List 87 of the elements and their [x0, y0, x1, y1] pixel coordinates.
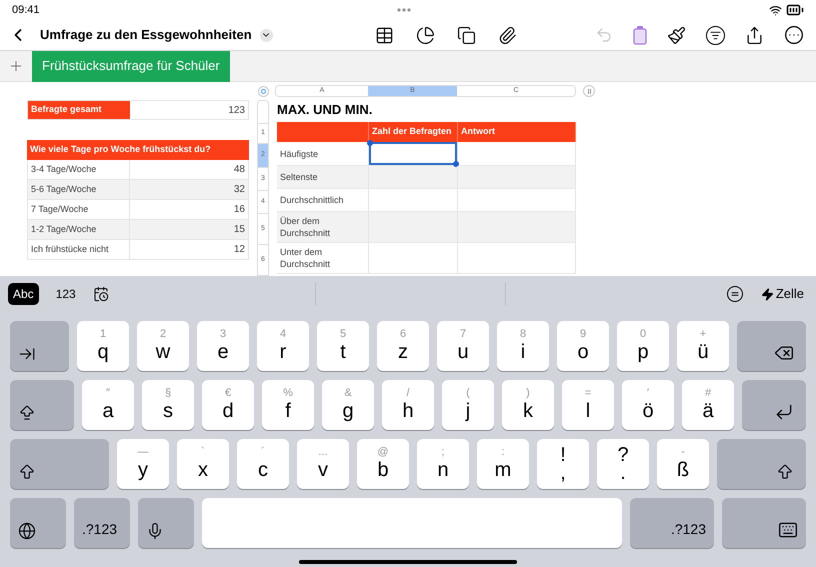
key[interactable]: € d: [202, 380, 254, 430]
numbers-key[interactable]: .?123: [630, 498, 714, 548]
table-cell: 7 Tage/Woche: [28, 200, 130, 219]
hide-keyboard-key[interactable]: [722, 498, 806, 548]
delete-key[interactable]: [737, 321, 806, 371]
key[interactable]: : m: [477, 439, 529, 489]
share-icon[interactable]: [745, 26, 764, 44]
table-cell-text: 16: [232, 203, 246, 217]
key[interactable]: 4 r: [257, 321, 309, 371]
key[interactable]: ; n: [417, 439, 469, 489]
key[interactable]: + ü: [677, 321, 729, 371]
key[interactable]: 0 p: [617, 321, 669, 371]
status-time: 09:41: [12, 2, 40, 18]
key[interactable]: ( j: [442, 380, 494, 430]
key[interactable]: 9 o: [557, 321, 609, 371]
key[interactable]: @ b: [357, 439, 409, 489]
add-sheet-icon[interactable]: [8, 58, 24, 74]
key[interactable]: 7 u: [437, 321, 489, 371]
wifi-icon: [769, 4, 782, 16]
keyboard-mode-tab[interactable]: 123: [50, 283, 81, 305]
table-cell: Ich frühstücke nicht: [28, 240, 130, 259]
more-icon[interactable]: [784, 25, 804, 45]
key[interactable]: ) k: [502, 380, 554, 430]
microphone-icon: [146, 522, 164, 540]
cell-format-icon[interactable]: [633, 25, 647, 45]
table-cell: 1-2 Tage/Woche: [28, 220, 130, 239]
table-cell: Unter dem Durchschnitt: [277, 243, 369, 273]
table-header-cell: Wie viele Tage pro Woche frühstückst du?: [27, 140, 249, 160]
caps-lock-icon: [18, 404, 36, 422]
table-cell-text: 48: [232, 163, 246, 177]
table-icon[interactable]: [374, 26, 394, 44]
date-time-icon[interactable]: [92, 286, 109, 302]
key[interactable]: 1 q: [77, 321, 129, 371]
table-cell: Seltenste: [277, 166, 369, 188]
key[interactable]: 5 t: [317, 321, 369, 371]
key[interactable]: - ß: [657, 439, 709, 489]
key[interactable]: § s: [142, 380, 194, 430]
key[interactable]: # ä: [682, 380, 734, 430]
table-header-cell: Befragte gesamt: [28, 101, 130, 119]
table-select-handle[interactable]: [258, 86, 269, 96]
lightning-icon: [760, 288, 774, 300]
keyboard-mode-tab[interactable]: Abc: [8, 283, 39, 305]
key[interactable]: ... v: [297, 439, 349, 489]
key[interactable]: ! ,: [537, 439, 589, 489]
chart-icon[interactable]: [416, 26, 435, 44]
globe-key[interactable]: [10, 498, 66, 548]
keyboard-icon: [778, 520, 798, 540]
filter-icon[interactable]: [706, 26, 725, 44]
key[interactable]: ? .: [597, 439, 649, 489]
key[interactable]: ´ c: [237, 439, 289, 489]
shapes-icon[interactable]: [456, 26, 476, 44]
table-cell: 3-4 Tage/Woche: [28, 160, 130, 179]
key[interactable]: — y: [117, 439, 169, 489]
dictation-key[interactable]: [138, 498, 194, 548]
multitasking-dots-icon: [397, 8, 412, 12]
document-title[interactable]: Umfrage zu den Essgewohnheiten: [40, 25, 252, 45]
table-cell-text: 32: [232, 183, 246, 197]
table-cell-text: 12: [232, 243, 246, 257]
table-cell: 5-6 Tage/Woche: [28, 180, 130, 199]
key[interactable]: 3 e: [197, 321, 249, 371]
key[interactable]: & g: [322, 380, 374, 430]
key[interactable]: % f: [262, 380, 314, 430]
paperclip-icon[interactable]: [498, 26, 517, 44]
table-cell: Durchschnittlich: [277, 189, 369, 211]
shift-icon: [18, 463, 36, 481]
key[interactable]: ″ a: [82, 380, 134, 430]
title-menu-icon[interactable]: [260, 28, 273, 42]
key[interactable]: 2 w: [137, 321, 189, 371]
table-cell-text: 15: [232, 223, 246, 237]
key[interactable]: 8 i: [497, 321, 549, 371]
formula-icon[interactable]: [726, 286, 743, 302]
return-icon: [774, 402, 794, 422]
key[interactable]: = l: [562, 380, 614, 430]
table-cell: Über dem Durchschnitt: [277, 212, 369, 242]
table-cell-text: 123: [227, 104, 246, 118]
key[interactable]: / h: [382, 380, 434, 430]
column-resize-handle[interactable]: [583, 85, 595, 97]
shift-icon: [776, 463, 794, 481]
table-title: MAX. UND MIN.: [277, 100, 374, 119]
cell-button[interactable]: Zelle: [760, 284, 804, 304]
paintbrush-icon[interactable]: [667, 26, 686, 44]
key[interactable]: ′ ö: [622, 380, 674, 430]
globe-icon: [18, 522, 36, 540]
key[interactable]: 6 z: [377, 321, 429, 371]
key[interactable]: ` x: [177, 439, 229, 489]
numbers-key[interactable]: .?123: [74, 498, 130, 548]
tab-icon: [18, 345, 36, 363]
